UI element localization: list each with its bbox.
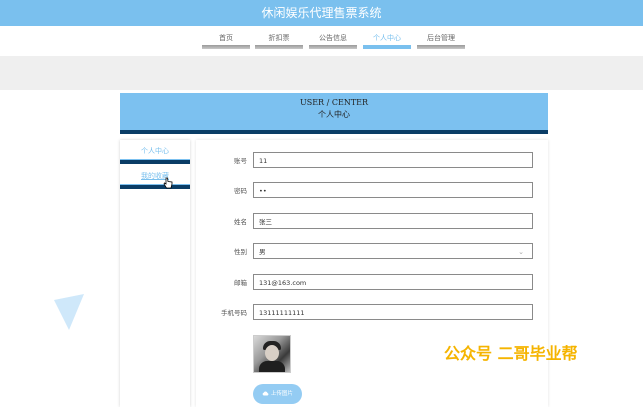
- hand-cursor-icon: [163, 177, 173, 189]
- account-label: 账号: [234, 157, 247, 165]
- form-row-account: 账号 11: [196, 152, 548, 170]
- banner-strip: [0, 56, 643, 90]
- nav-underline: [202, 45, 250, 49]
- triangle-decoration-icon: [54, 294, 84, 330]
- nav-item-announcements[interactable]: 公告信息: [309, 33, 357, 49]
- nav-item-admin[interactable]: 后台管理: [417, 33, 465, 49]
- form-row-name: 姓名 张三: [196, 213, 548, 231]
- nav-item-label: 公告信息: [319, 34, 347, 42]
- upload-image-button[interactable]: 上传图片: [253, 384, 302, 404]
- nav-underline: [417, 45, 465, 49]
- chevron-down-icon: ⌄: [518, 248, 524, 256]
- cloud-upload-icon: [262, 391, 269, 396]
- sidebar-underline: [120, 184, 190, 189]
- form-row-password: 密码 ••: [196, 182, 548, 200]
- nav-underline: [363, 45, 411, 49]
- upload-button-label: 上传图片: [270, 391, 293, 397]
- form-row-phone: 手机号码 13111111111: [196, 304, 548, 322]
- nav-item-label: 首页: [219, 34, 233, 42]
- sidebar-item-my-favorites[interactable]: 我的收藏: [120, 167, 190, 189]
- name-label: 姓名: [234, 218, 247, 226]
- nav-item-label: 个人中心: [373, 34, 401, 42]
- app-title: 休闲娱乐代理售票系统: [0, 0, 643, 26]
- sidebar-underline: [120, 159, 190, 164]
- gender-select-value: 男: [259, 248, 266, 256]
- account-input[interactable]: 11: [253, 152, 533, 168]
- nav-underline: [309, 45, 357, 49]
- nav-item-label: 折扣票: [268, 34, 290, 42]
- form-row-email: 邮箱 131@163.com: [196, 274, 548, 292]
- nav-item-discount-tickets[interactable]: 折扣票: [255, 33, 303, 49]
- watermark-text: 公众号 二哥毕业帮: [444, 344, 578, 363]
- gender-select[interactable]: 男 ⌄: [253, 243, 533, 259]
- password-input[interactable]: ••: [253, 182, 533, 198]
- sidebar-item-label: 个人中心: [141, 147, 169, 155]
- nav-underline: [255, 45, 303, 49]
- gender-label: 性别: [234, 248, 247, 256]
- email-input[interactable]: 131@163.com: [253, 274, 533, 290]
- nav-item-home[interactable]: 首页: [202, 33, 250, 49]
- page-header-title-zh: 个人中心: [318, 110, 350, 119]
- page-header-title-en: USER / CENTER: [299, 98, 369, 107]
- phone-label: 手机号码: [221, 309, 247, 317]
- password-label: 密码: [234, 187, 247, 195]
- sidebar-item-personal-center[interactable]: 个人中心: [120, 142, 190, 164]
- avatar-image: [253, 335, 291, 373]
- profile-form-panel: 账号 11 密码 •• 姓名 张三 性别 男 ⌄ 邮箱 131@163.com …: [196, 140, 548, 407]
- nav-item-personal-center[interactable]: 个人中心: [363, 33, 411, 49]
- sidebar: 个人中心 我的收藏: [120, 140, 190, 407]
- top-nav: 首页 折扣票 公告信息 个人中心 后台管理: [0, 26, 643, 56]
- nav-item-label: 后台管理: [427, 34, 455, 42]
- phone-input[interactable]: 13111111111: [253, 304, 533, 320]
- form-row-gender: 性别 男 ⌄: [196, 243, 548, 261]
- name-input[interactable]: 张三: [253, 213, 533, 229]
- email-label: 邮箱: [234, 279, 247, 287]
- page-header: USER / CENTER 个人中心: [120, 93, 548, 134]
